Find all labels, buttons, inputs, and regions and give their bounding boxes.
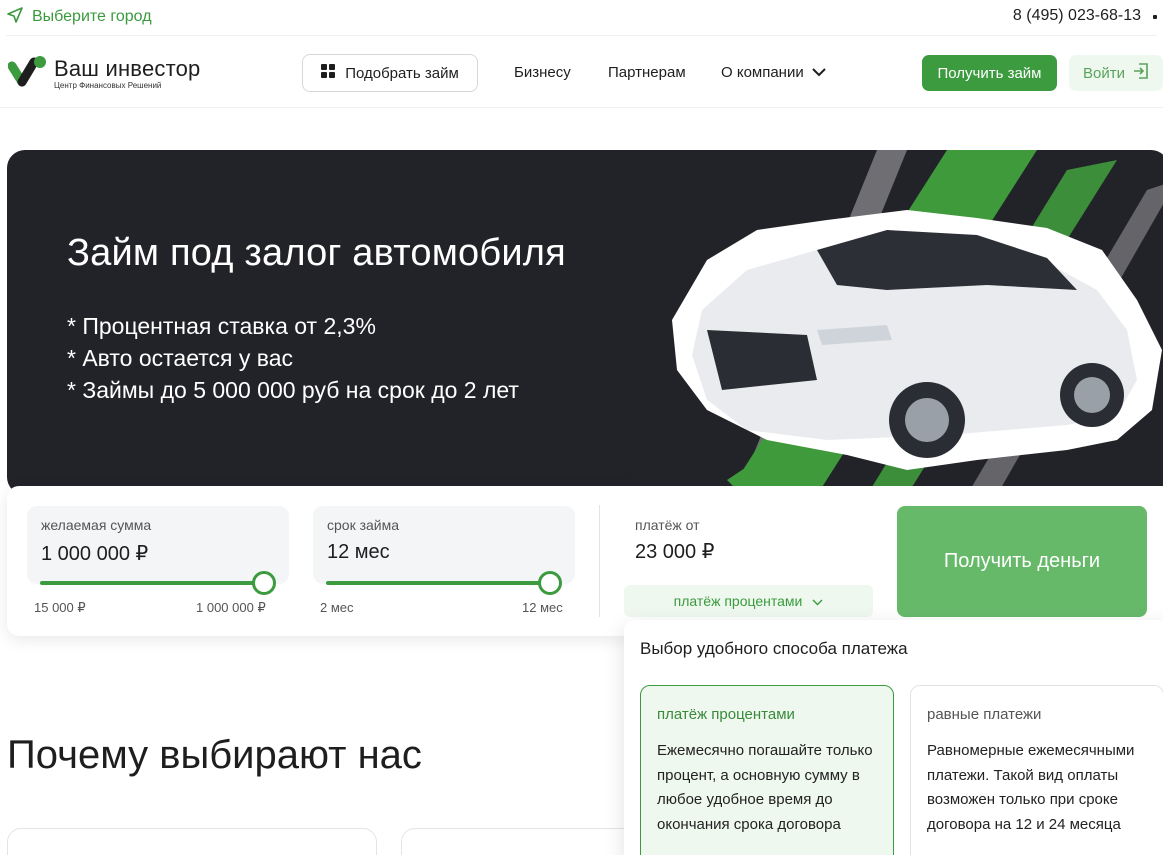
header-divider — [0, 107, 1163, 108]
hero-car-illustration — [672, 150, 1163, 495]
nav-about[interactable]: О компании — [721, 64, 826, 81]
term-field: срок займа 12 мес — [313, 506, 575, 584]
hero-banner: Займ под залог автомобиля * Процентная с… — [7, 150, 1163, 495]
payment-option-interest[interactable]: платёж процентами Ежемесячно погашайте т… — [640, 685, 894, 855]
dropdown-title: Выбор удобного способа платежа — [640, 639, 908, 658]
amount-max: 1 000 000 ₽ — [196, 600, 266, 615]
logo[interactable]: Ваш инвестор Центр Финансовых Решений — [7, 52, 201, 95]
city-selector[interactable]: Выберите город — [6, 6, 152, 28]
amount-min: 15 000 ₽ — [34, 600, 86, 615]
feature-card — [7, 828, 377, 855]
payment-type-label: платёж процентами — [673, 593, 803, 609]
get-money-button[interactable]: Получить деньги — [897, 506, 1147, 617]
payment-option-equal[interactable]: равные платежи Равномерные ежемесячными … — [910, 685, 1163, 855]
logo-mark-icon — [7, 52, 48, 95]
payment-label: платёж от — [635, 517, 700, 533]
location-arrow-icon — [6, 6, 24, 29]
amount-field: желаемая сумма 1 000 000 ₽ — [27, 506, 289, 584]
term-label: срок займа — [327, 517, 400, 533]
chevron-down-icon — [812, 593, 823, 609]
amount-label: желаемая сумма — [41, 517, 152, 533]
payment-type-select[interactable]: платёж процентами — [624, 585, 873, 617]
login-button[interactable]: Войти — [1069, 55, 1163, 91]
payment-value: 23 000 ₽ — [635, 541, 715, 563]
login-icon — [1133, 63, 1149, 83]
term-min: 2 мес — [320, 600, 354, 615]
term-max: 12 мес — [522, 600, 563, 615]
hero-bullet: * Процентная ставка от 2,3% — [67, 313, 376, 339]
term-slider-track[interactable] — [326, 581, 548, 585]
pick-loan-button[interactable]: Подобрать займ — [302, 54, 478, 92]
login-label: Войти — [1083, 64, 1125, 82]
term-value: 12 мес — [327, 541, 390, 563]
option-title: равные платежи — [927, 706, 1042, 723]
option-description: Ежемесячно погашайте только процент, а о… — [657, 742, 873, 833]
nav-partners[interactable]: Партнерам — [608, 64, 686, 81]
hero-title: Займ под залог автомобиля — [67, 232, 566, 274]
option-description: Равномерные ежемесячными платежи. Такой … — [927, 742, 1135, 833]
logo-title: Ваш инвестор — [54, 55, 201, 81]
chevron-down-icon — [812, 64, 826, 81]
nav-about-label: О компании — [721, 64, 804, 81]
divider — [6, 35, 1157, 36]
logo-subtitle: Центр Финансовых Решений — [54, 80, 162, 90]
hero-bullet: * Займы до 5 000 000 руб на срок до 2 ле… — [67, 377, 519, 403]
pick-loan-label: Подобрать займ — [345, 64, 459, 82]
term-slider-thumb[interactable] — [538, 571, 562, 595]
nav-business[interactable]: Бизнесу — [514, 64, 571, 81]
get-loan-button[interactable]: Получить займ — [922, 55, 1057, 91]
city-label: Выберите город — [32, 8, 152, 25]
payment-method-dropdown: Выбор удобного способа платежа платёж пр… — [624, 620, 1163, 855]
amount-value: 1 000 000 ₽ — [41, 543, 149, 565]
option-title: платёж процентами — [657, 706, 795, 723]
calculator-divider — [599, 505, 600, 617]
amount-slider-track[interactable] — [40, 581, 262, 585]
amount-slider-thumb[interactable] — [252, 571, 276, 595]
why-title: Почему выбирают нас — [7, 733, 422, 777]
hero-bullet: * Авто остается у вас — [67, 345, 294, 371]
grid-icon — [321, 64, 336, 82]
more-dot — [1153, 15, 1157, 19]
hero-bullets: * Процентная ставка от 2,3% * Авто остае… — [67, 310, 519, 406]
phone-number[interactable]: 8 (495) 023-68-13 — [1013, 7, 1141, 25]
